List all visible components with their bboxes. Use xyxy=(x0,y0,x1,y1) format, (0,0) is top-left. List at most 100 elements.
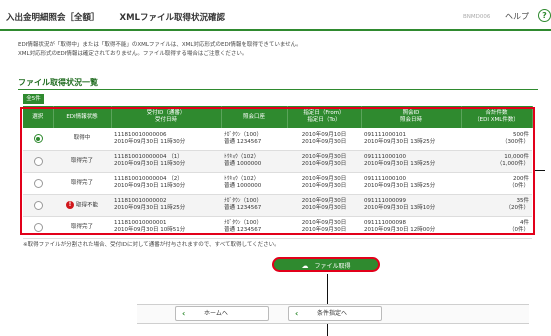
col-count-l2: （EDI XML件数） xyxy=(474,117,519,123)
row-inquiry-dt: 2010年09月30日 13時25分 xyxy=(364,161,436,167)
row-account: ﾄｳｷｮｳ（102） 普通 1000000 xyxy=(221,172,287,195)
row-inquiry-id: 091111000101 xyxy=(364,131,406,138)
row-period: 2010年09月30日 2010年09月30日 xyxy=(287,172,361,195)
table-row: 取得完了 111810010000001 2010年09月30日 10時51分 ﾅ… xyxy=(23,216,532,239)
row-count: 35件 （20件） xyxy=(461,194,532,217)
row-inquiry: 091111000100 2010年09月30日 13時25分 xyxy=(361,172,461,195)
row-account: ﾅｶﾞﾀｳﾝ（100） 普通 1234567 xyxy=(221,194,287,217)
header-divider xyxy=(0,29,551,31)
row-account-no: 普通 1000000 xyxy=(224,183,262,189)
section-divider xyxy=(18,89,538,90)
row-total: 35件 xyxy=(516,198,530,204)
row-status: 取得完了 xyxy=(53,150,111,173)
row-account-no: 普通 1234567 xyxy=(224,138,262,145)
page-title-main: 入出金明細照会［全額］ xyxy=(6,13,100,23)
help-link[interactable]: ヘルプ xyxy=(505,11,529,22)
chevron-left-icon: ‹ xyxy=(295,309,299,318)
col-select: 選択 xyxy=(23,106,54,128)
home-label: ホームへ xyxy=(204,310,228,317)
row-period: 2010年09月30日 2010年09月30日 xyxy=(287,150,361,173)
row-to: 2010年09月30日 xyxy=(301,183,347,189)
col-count-l1: 合計件数 xyxy=(485,110,508,116)
row-account-no: 普通 1000000 xyxy=(224,161,262,167)
error-icon: ! xyxy=(65,200,74,209)
row-inquiry-id: 091111000100 xyxy=(364,154,406,160)
table-callout-line xyxy=(535,170,545,171)
row-total: 10,000件 xyxy=(504,154,529,160)
back-to-conditions-button[interactable]: ‹ 条件指定へ xyxy=(288,306,382,321)
row-branch: ﾅｶﾞﾀｳﾝ（100） xyxy=(224,131,262,138)
section-title: ファイル取得状況一覧 xyxy=(18,78,98,87)
row-account-no: 普通 1234567 xyxy=(224,227,262,233)
row-from: 2010年09月30日 xyxy=(301,176,347,182)
file-fetch-button[interactable]: ☁ ファイル取得 xyxy=(272,257,380,272)
row-branch: ﾅｶﾞﾀｳﾝ（100） xyxy=(224,220,262,226)
question-icon[interactable]: ? xyxy=(538,9,551,22)
row-status: 取得完了 xyxy=(53,172,111,195)
row-from: 2010年09月30日 xyxy=(301,198,347,204)
row-receipt-id: 111810010000004 （2） xyxy=(114,176,183,182)
row-account: ﾅｶﾞﾀｳﾝ（100） 普通 1234567 xyxy=(221,128,287,151)
row-inquiry-id: 091111000100 xyxy=(364,176,406,182)
row-account: ﾄｳｷｮｳ（102） 普通 1000000 xyxy=(221,150,287,173)
row-to: 2010年09月30日 xyxy=(301,161,347,167)
row-status: 取得不能 xyxy=(75,202,98,209)
row-branch: ﾅｶﾞﾀｳﾝ（100） xyxy=(224,198,262,204)
row-radio-button[interactable] xyxy=(33,156,43,166)
row-inquiry-id: 091111000098 xyxy=(364,220,406,226)
row-inquiry-dt: 2010年09月30日 13時25分 xyxy=(364,183,436,189)
row-radio-button[interactable] xyxy=(33,178,43,188)
row-total: 500件 xyxy=(513,131,529,138)
page-title-sub: XMLファイル取得状況確認 xyxy=(119,13,225,23)
table-row: 取得完了 111810010000004 （1） 2010年09月30日 11時3… xyxy=(23,150,532,173)
screen-id: BNMD006 xyxy=(463,14,491,20)
row-receipt-dt: 2010年09月30日 11時30分 xyxy=(114,183,186,189)
row-from: 2010年09月30日 xyxy=(301,220,347,226)
table-row: ! 取得不能 111810010000002 2010年09月30日 11時25分 … xyxy=(23,194,532,217)
col-period-l1: 指定日（From） xyxy=(303,110,345,116)
row-period: 2010年09月10日 2010年09月30日 xyxy=(287,128,361,151)
row-receipt: 111810010000001 2010年09月30日 10時51分 xyxy=(111,216,221,239)
col-receipt-l1: 受付ID（通番） xyxy=(146,110,186,116)
row-receipt: 111810010000004 （1） 2010年09月30日 11時30分 xyxy=(111,150,221,173)
row-receipt-id: 111810010000002 xyxy=(114,198,167,204)
row-count: 10,000件 （1,000件） xyxy=(461,150,532,173)
row-radio-button[interactable] xyxy=(33,134,43,144)
row-receipt-id: 111810010000004 （1） xyxy=(114,154,183,160)
row-receipt: 111810010000006 2010年09月30日 11時30分 xyxy=(111,128,221,151)
row-count: 200件 （0件） xyxy=(461,172,532,195)
row-status: 取得完了 xyxy=(53,216,111,239)
col-receipt: 受付ID（通番） 受付日時 xyxy=(111,106,222,128)
row-total: 200件 xyxy=(513,176,529,182)
col-receipt-l2: 受付日時 xyxy=(154,117,177,123)
row-inquiry-dt: 2010年09月30日 13時10分 xyxy=(364,205,436,211)
row-radio-button[interactable] xyxy=(33,222,43,232)
row-receipt-dt: 2010年09月30日 11時30分 xyxy=(114,161,186,167)
table-header-row: 選択 EDI情報状態 受付ID（通番） 受付日時 照会口座 指定日（From） 指定… xyxy=(23,106,533,128)
row-radio-button[interactable] xyxy=(33,200,43,210)
col-inquiry-l1: 照会ID xyxy=(402,110,420,116)
row-receipt-dt: 2010年09月30日 11時30分 xyxy=(114,138,186,145)
row-select-cell xyxy=(23,216,53,239)
row-edi-count: （0件） xyxy=(509,183,529,189)
cloud-download-icon: ☁ xyxy=(301,262,309,270)
row-select-cell xyxy=(23,150,53,173)
row-select-cell xyxy=(23,194,53,217)
table-row: 取得中 111810010000006 2010年09月30日 11時30分 ﾅｶ… xyxy=(23,128,532,151)
notice-line-2: XML対応形式のEDI情報は確定されておりません。ファイル取得する場合はご注意く… xyxy=(18,51,248,57)
row-inquiry-dt: 2010年09月30日 12時00分 xyxy=(364,227,436,233)
col-inquiry: 照会ID 照会日時 xyxy=(361,106,462,128)
row-edi-count: （0件） xyxy=(509,227,529,233)
col-account: 照会口座 xyxy=(221,106,288,128)
row-inquiry: 091111000099 2010年09月30日 13時10分 xyxy=(361,194,461,217)
row-account: ﾅｶﾞﾀｳﾝ（100） 普通 1234567 xyxy=(221,216,287,239)
row-total: 4件 xyxy=(520,220,529,226)
footnote: ※取得ファイルが分割された場合、受付IDに対して通番が付与されますので、すべて取… xyxy=(23,242,280,248)
row-edi-count: （300件） xyxy=(502,138,529,145)
col-count: 合計件数 （EDI XML件数） xyxy=(461,106,533,128)
col-period-l2: 指定日（To） xyxy=(307,117,341,123)
row-receipt-dt: 2010年09月30日 10時51分 xyxy=(114,227,186,233)
row-edi-count: （1,000件） xyxy=(496,161,529,167)
row-from: 2010年09月10日 xyxy=(301,131,347,138)
home-button[interactable]: ‹ ホームへ xyxy=(175,306,269,321)
